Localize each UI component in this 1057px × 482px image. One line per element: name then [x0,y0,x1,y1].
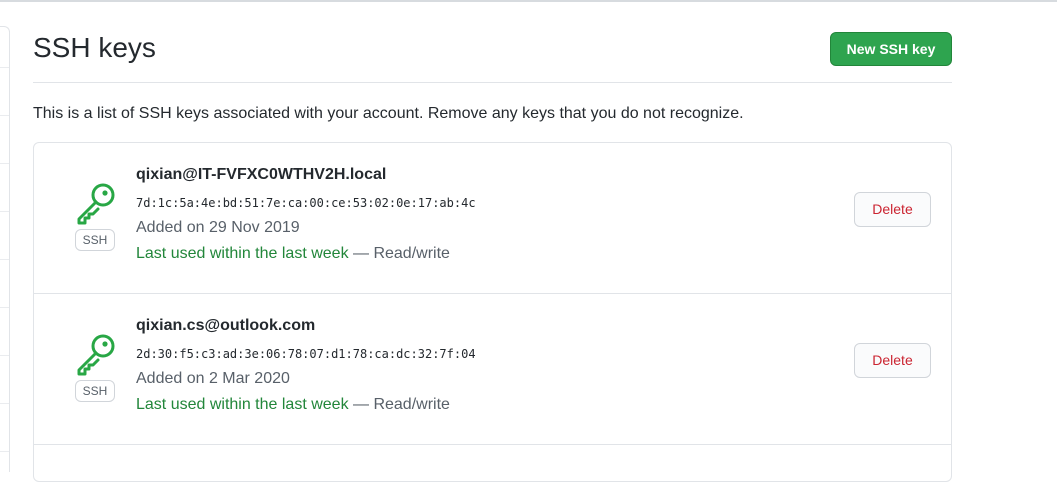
settings-sidebar-edge [0,26,10,472]
sidebar-divider [0,451,9,452]
ssh-key-list: SSH qixian@IT-FVFXC0WTHV2H.local 7d:1c:5… [33,142,952,482]
key-last-used: Last used within the last week [136,396,349,413]
sidebar-divider [0,115,9,116]
page-title: SSH keys [33,32,156,63]
new-ssh-key-button[interactable]: New SSH key [830,32,952,66]
page-header: SSH keys New SSH key [33,26,952,83]
delete-key-button[interactable]: Delete [854,343,931,378]
key-fingerprint: 2d:30:f5:c3:ad:3e:06:78:07:d1:78:ca:dc:3… [136,347,476,361]
key-usage: Last used within the last week — Read/wr… [136,396,450,414]
key-added-date: Added on 29 Nov 2019 [136,219,300,236]
ssh-badge: SSH [75,380,115,402]
delete-key-button[interactable]: Delete [854,192,931,227]
top-border [0,0,1057,2]
ssh-badge: SSH [75,229,115,251]
ssh-key-item-partial [34,444,951,481]
ssh-key-item: SSH qixian.cs@outlook.com 2d:30:f5:c3:ad… [34,294,951,445]
key-added-date: Added on 2 Mar 2020 [136,370,290,387]
key-icon [74,332,119,376]
key-access: — Read/write [348,245,450,262]
key-access: — Read/write [348,396,450,413]
ssh-key-item: SSH qixian@IT-FVFXC0WTHV2H.local 7d:1c:5… [34,143,951,294]
sidebar-divider [0,355,9,356]
key-fingerprint: 7d:1c:5a:4e:bd:51:7e:ca:00:ce:53:02:0e:1… [136,196,476,210]
key-last-used: Last used within the last week [136,245,349,262]
key-title: qixian.cs@outlook.com [136,317,316,334]
sidebar-divider [0,163,9,164]
sidebar-divider [0,211,9,212]
sidebar-divider [0,67,9,68]
key-title: qixian@IT-FVFXC0WTHV2H.local [136,166,387,183]
sidebar-divider [0,403,9,404]
intro-text: This is a list of SSH keys associated wi… [33,105,744,122]
sidebar-divider [0,307,9,308]
key-usage: Last used within the last week — Read/wr… [136,245,450,263]
sidebar-divider [0,259,9,260]
key-icon [74,181,119,225]
